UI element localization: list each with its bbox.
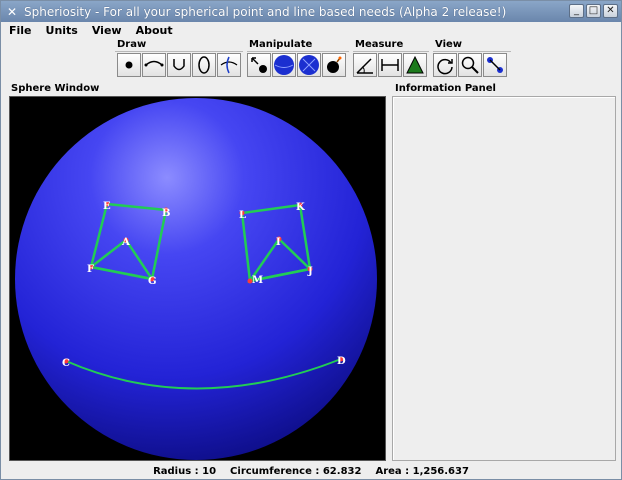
draw-group-label: Draw [117, 39, 147, 50]
view-group-label: View [435, 39, 463, 50]
pan-view-button[interactable] [483, 53, 507, 77]
label-f: F [87, 264, 94, 275]
app-window: ✕ Spheriosity - For all your spherical p… [0, 0, 622, 480]
circle-tool-icon [198, 56, 210, 74]
label-d: D [337, 356, 346, 367]
menu-file[interactable]: File [1, 24, 38, 37]
point-tool-icon [125, 61, 133, 69]
rotate-axis-button[interactable] [297, 53, 321, 77]
zoom-icon [461, 56, 479, 74]
label-a: A [121, 237, 130, 248]
circumference-readout: Circumference : 62.832 [230, 465, 362, 477]
menu-units[interactable]: Units [38, 24, 84, 37]
curve-tool-button[interactable] [167, 53, 191, 77]
point-tool-button[interactable] [117, 53, 141, 77]
move-point-button[interactable] [247, 53, 271, 77]
label-m: M [252, 275, 263, 286]
manipulate-group: Manipulate [247, 38, 349, 80]
move-point-icon [251, 57, 267, 73]
menu-view[interactable]: View [84, 24, 128, 37]
label-k: K [296, 202, 305, 213]
manipulate-group-label: Manipulate [249, 39, 313, 50]
delete-bomb-icon [327, 56, 342, 73]
minimize-button[interactable]: _ [569, 4, 584, 18]
area-measure-icon [406, 55, 424, 74]
intersect-tool-icon [220, 56, 238, 74]
window-title: Spheriosity - For all your spherical poi… [24, 4, 507, 19]
menu-bar: File Units View About [1, 22, 621, 38]
area-measure-button[interactable] [403, 53, 427, 77]
sphere-window-label: Sphere Window [11, 83, 100, 94]
arc-tool-icon [144, 60, 164, 67]
sphere[interactable] [15, 98, 377, 460]
pan-view-icon [487, 57, 503, 73]
rotate-view-button[interactable] [433, 53, 457, 77]
rotate-sphere-icon [274, 55, 294, 75]
rotate-axis-icon [299, 55, 319, 75]
label-c: C [62, 358, 70, 369]
measure-group-label: Measure [355, 39, 404, 50]
angle-measure-icon [356, 58, 373, 74]
arc-tool-button[interactable] [142, 53, 166, 77]
label-i: I [276, 237, 281, 248]
area-readout: Area : 1,256.637 [375, 465, 469, 477]
label-l: L [239, 210, 246, 221]
status-bar: Radius : 10 Circumference : 62.832 Area … [1, 463, 621, 479]
title-bar[interactable]: ✕ Spheriosity - For all your spherical p… [1, 1, 621, 22]
rotate-sphere-button[interactable] [272, 53, 296, 77]
curve-tool-icon [173, 59, 185, 71]
draw-group: Draw [115, 38, 243, 80]
label-e: E [103, 201, 111, 212]
circle-tool-button[interactable] [192, 53, 216, 77]
rotate-view-icon [437, 58, 453, 75]
label-g: G [148, 276, 157, 287]
maximize-button[interactable]: □ [586, 4, 601, 18]
distance-measure-icon [381, 59, 399, 71]
app-x-icon: ✕ [6, 4, 18, 19]
intersect-tool-button[interactable] [217, 53, 241, 77]
menu-about[interactable]: About [128, 24, 179, 37]
measure-group: Measure [353, 38, 429, 80]
information-panel [392, 96, 616, 461]
sphere-canvas[interactable]: E B A F G L K I M J C D [9, 96, 386, 461]
angle-measure-button[interactable] [353, 53, 377, 77]
sphere-drawing[interactable]: E B A F G L K I M J C D [10, 97, 386, 461]
delete-bomb-button[interactable] [322, 53, 346, 77]
label-j: J [307, 266, 313, 277]
view-group: View [433, 38, 511, 80]
toolbar: Draw Manipulate Measure View [1, 38, 621, 82]
distance-measure-button[interactable] [378, 53, 402, 77]
zoom-button[interactable] [458, 53, 482, 77]
info-panel-label: Information Panel [395, 83, 496, 94]
close-button[interactable]: ✕ [603, 4, 618, 18]
label-b: B [162, 208, 170, 219]
radius-readout: Radius : 10 [153, 465, 217, 477]
